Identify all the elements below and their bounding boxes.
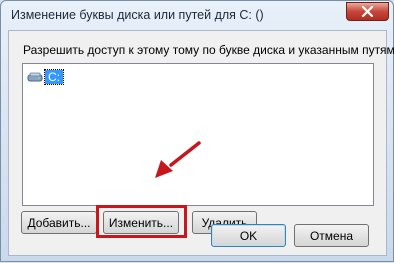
drive-path-list[interactable]: C: [22, 63, 374, 206]
window-title: Изменение буквы диска или путей для C: (… [11, 8, 264, 22]
ok-button[interactable]: OK [211, 224, 286, 247]
add-button[interactable]: Добавить... [21, 211, 97, 234]
cancel-button[interactable]: Отмена [294, 224, 369, 247]
drive-label: C: [44, 69, 64, 85]
description-text: Разрешить доступ к этому тому по букве д… [23, 43, 394, 57]
close-button[interactable] [346, 2, 389, 21]
drive-icon [27, 71, 43, 83]
close-icon [361, 6, 374, 17]
list-item[interactable]: C: [27, 69, 64, 85]
change-highlight-box [96, 205, 187, 238]
dialog-body: Разрешить доступ к этому тому по букве д… [8, 30, 394, 256]
title-bar[interactable]: Изменение буквы диска или путей для C: (… [1, 1, 393, 29]
dialog-window: Изменение буквы диска или путей для C: (… [0, 0, 394, 262]
